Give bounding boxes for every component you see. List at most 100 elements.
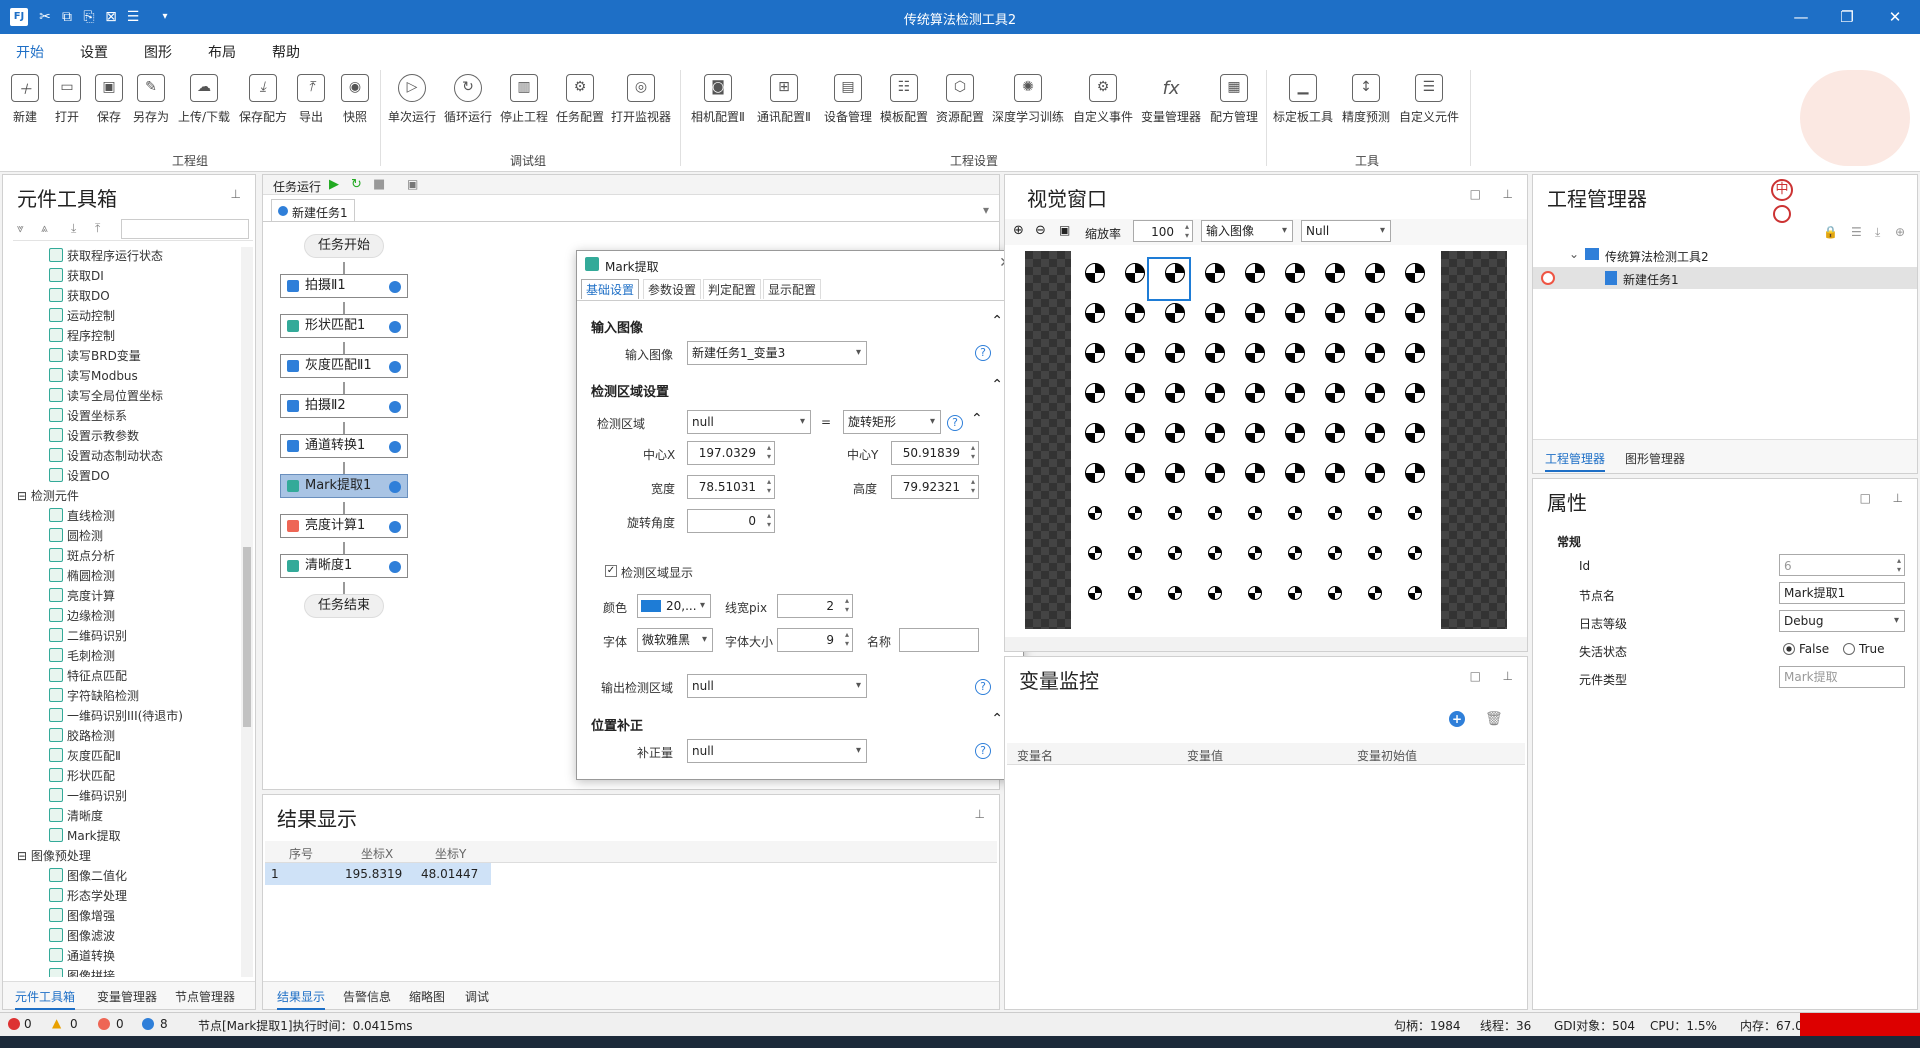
toolbox-item[interactable]: 获取DI (49, 267, 104, 285)
tab-project-manager[interactable]: 工程管理器 (1545, 450, 1606, 472)
zoom-out-icon[interactable]: ⊖ (1035, 223, 1046, 238)
tab-node-manager[interactable]: 节点管理器 (175, 988, 235, 1005)
toolbox-item[interactable]: 特征点匹配 (49, 667, 127, 685)
open-monitor-button[interactable]: ◎ 打开监视器 (608, 74, 674, 125)
detection-region[interactable] (1147, 257, 1191, 301)
toolbox-item[interactable]: 图像滤波 (49, 927, 115, 945)
toolbox-item[interactable]: 边缘检测 (49, 607, 115, 625)
tab-result[interactable]: 结果显示 (277, 988, 326, 1010)
radio-false[interactable] (1783, 643, 1795, 655)
tab-thumbnail[interactable]: 缩略图 (409, 988, 445, 1005)
collapse-icon[interactable]: ⊟ (17, 489, 31, 503)
tab-display[interactable]: 显示配置 (763, 279, 822, 299)
toolbox-item[interactable]: 读写BRD变量 (49, 347, 141, 365)
output-region-select[interactable]: null (687, 674, 867, 698)
toolbox-item[interactable]: 图像增强 (49, 907, 115, 925)
list-icon[interactable]: ☰ (1851, 225, 1862, 239)
pin-icon[interactable]: ⊥ (1503, 187, 1513, 201)
screenshot-icon[interactable]: ▣ (407, 177, 418, 191)
tab-graphics-manager[interactable]: 图形管理器 (1625, 450, 1685, 467)
move-up-icon[interactable]: ⤒ (95, 221, 100, 236)
comm-config-button[interactable]: ⊞ 通讯配置Ⅱ (752, 74, 816, 125)
add-variable-icon[interactable]: + (1449, 711, 1465, 727)
deep-learning-button[interactable]: ✺ 深度学习训练 (990, 74, 1066, 125)
stop-icon[interactable]: ■ (373, 177, 385, 192)
toolbox-item[interactable]: 一维码识别III(待退市) (49, 707, 183, 725)
flow-node[interactable]: 通道转换1 (280, 434, 408, 458)
help-icon[interactable]: ? (975, 679, 991, 695)
help-icon[interactable]: ? (975, 743, 991, 759)
calibration-tool-button[interactable]: ▁ 标定板工具 (1270, 74, 1336, 125)
maximize-icon[interactable]: □ (1860, 491, 1871, 505)
lang-icon[interactable]: 中 (1771, 179, 1793, 201)
menu-help[interactable]: 帮助 (272, 42, 300, 62)
breakpoint-icon[interactable] (1541, 271, 1555, 285)
lock-icon[interactable]: 🔒 (1823, 225, 1838, 239)
toolbox-item[interactable]: 设置示教参数 (49, 427, 139, 445)
resource-config-button[interactable]: ⬡ 资源配置 (930, 74, 990, 125)
width-input[interactable]: 78.51031 (687, 475, 775, 499)
mode-select[interactable]: Null (1301, 220, 1391, 242)
toolbox-item[interactable]: 字符缺陷检测 (49, 687, 139, 705)
toolbox-item[interactable]: 程序控制 (49, 327, 115, 345)
toolbox-item[interactable]: 亮度计算 (49, 587, 115, 605)
region-select[interactable]: null (687, 410, 811, 434)
toolbox-item[interactable]: 设置动态制动状态 (49, 447, 163, 465)
flow-node[interactable]: 灰度匹配Ⅱ1 (280, 354, 408, 378)
run-icon[interactable]: ▶ (329, 177, 339, 192)
toolbox-item[interactable]: 清晰度 (49, 807, 103, 825)
toolbox-item[interactable]: 设置坐标系 (49, 407, 127, 425)
task-config-button[interactable]: ⚙ 任务配置 (550, 74, 610, 125)
flow-tab[interactable]: 新建任务1 (271, 199, 355, 221)
horizontal-scrollbar[interactable] (1005, 637, 1527, 651)
toolbox-item[interactable]: 读写全局位置坐标 (49, 387, 163, 405)
pin-icon[interactable]: ⊥ (1503, 669, 1513, 683)
menu-graphics[interactable]: 图形 (144, 42, 172, 62)
tab-toolbox[interactable]: 元件工具箱 (15, 988, 76, 1010)
stop-project-button[interactable]: ▥ 停止工程 (494, 74, 554, 125)
font-size-input[interactable]: 9 (777, 628, 853, 652)
device-manage-button[interactable]: ▤ 设备管理 (818, 74, 878, 125)
pin-icon[interactable]: ⊥ (231, 187, 241, 201)
tab-debug[interactable]: 调试 (465, 988, 489, 1005)
region-shape-select[interactable]: 旋转矩形 (843, 410, 941, 434)
flow-node[interactable]: 亮度计算1 (280, 514, 408, 538)
custom-component-button[interactable]: ☰ 自定义元件 (1396, 74, 1462, 125)
tab-params[interactable]: 参数设置 (643, 279, 702, 299)
toolbox-item[interactable]: 获取程序运行状态 (49, 247, 163, 265)
toolbox-item[interactable]: 一维码识别 (49, 787, 127, 805)
height-input[interactable]: 79.92321 (891, 475, 979, 499)
tab-alarm[interactable]: 告警信息 (343, 988, 391, 1005)
prop-node-input[interactable]: Mark提取1 (1779, 582, 1905, 604)
upload-download-button[interactable]: ☁ 上传/下载 (175, 74, 233, 125)
font-select[interactable]: 微软雅黑 (637, 628, 713, 652)
toolbox-search-input[interactable] (121, 219, 249, 239)
collapse-icon[interactable]: ⌃ (991, 313, 1003, 329)
tab-basic[interactable]: 基础设置 (581, 279, 640, 299)
line-width-input[interactable]: 2 (777, 594, 853, 618)
camera-config-button[interactable]: ◙ 相机配置Ⅱ (686, 74, 750, 125)
recipe-manage-button[interactable]: ▦ 配方管理 (1204, 74, 1264, 125)
zoom-input[interactable]: 100 (1133, 220, 1193, 242)
saveas-button[interactable]: ✎ 另存为 (122, 74, 180, 125)
expand-icon[interactable]: ⌄ (1569, 247, 1579, 261)
toolbox-group[interactable]: ⊟ 检测元件 (17, 487, 79, 504)
expand-all-icon[interactable]: ⩓ (41, 221, 48, 236)
close-window-button[interactable]: ✕ (1884, 6, 1906, 28)
flow-end[interactable]: 任务结束 (304, 594, 384, 618)
toolbox-item[interactable]: 图像二值化 (49, 867, 127, 885)
toolbox-item[interactable]: 直线检测 (49, 507, 115, 525)
flow-node[interactable]: 清晰度1 (280, 554, 408, 578)
collapse-icon[interactable]: ⌃ (971, 411, 983, 427)
toolbox-scrollbar[interactable] (241, 247, 253, 977)
flow-start[interactable]: 任务开始 (304, 234, 384, 258)
flow-node[interactable]: 拍摄Ⅱ2 (280, 394, 408, 418)
toolbox-item[interactable]: 圆检测 (49, 527, 103, 545)
toolbox-item[interactable]: 通道转换 (49, 947, 115, 965)
compensation-select[interactable]: null (687, 739, 867, 763)
minimize-button[interactable]: — (1790, 6, 1812, 28)
custom-event-button[interactable]: ⚙ 自定义事件 (1070, 74, 1136, 125)
collapse-all-icon[interactable]: ⩔ (17, 221, 24, 236)
collapse-icon[interactable]: ⌃ (991, 377, 1003, 393)
radio-true[interactable] (1843, 643, 1855, 655)
